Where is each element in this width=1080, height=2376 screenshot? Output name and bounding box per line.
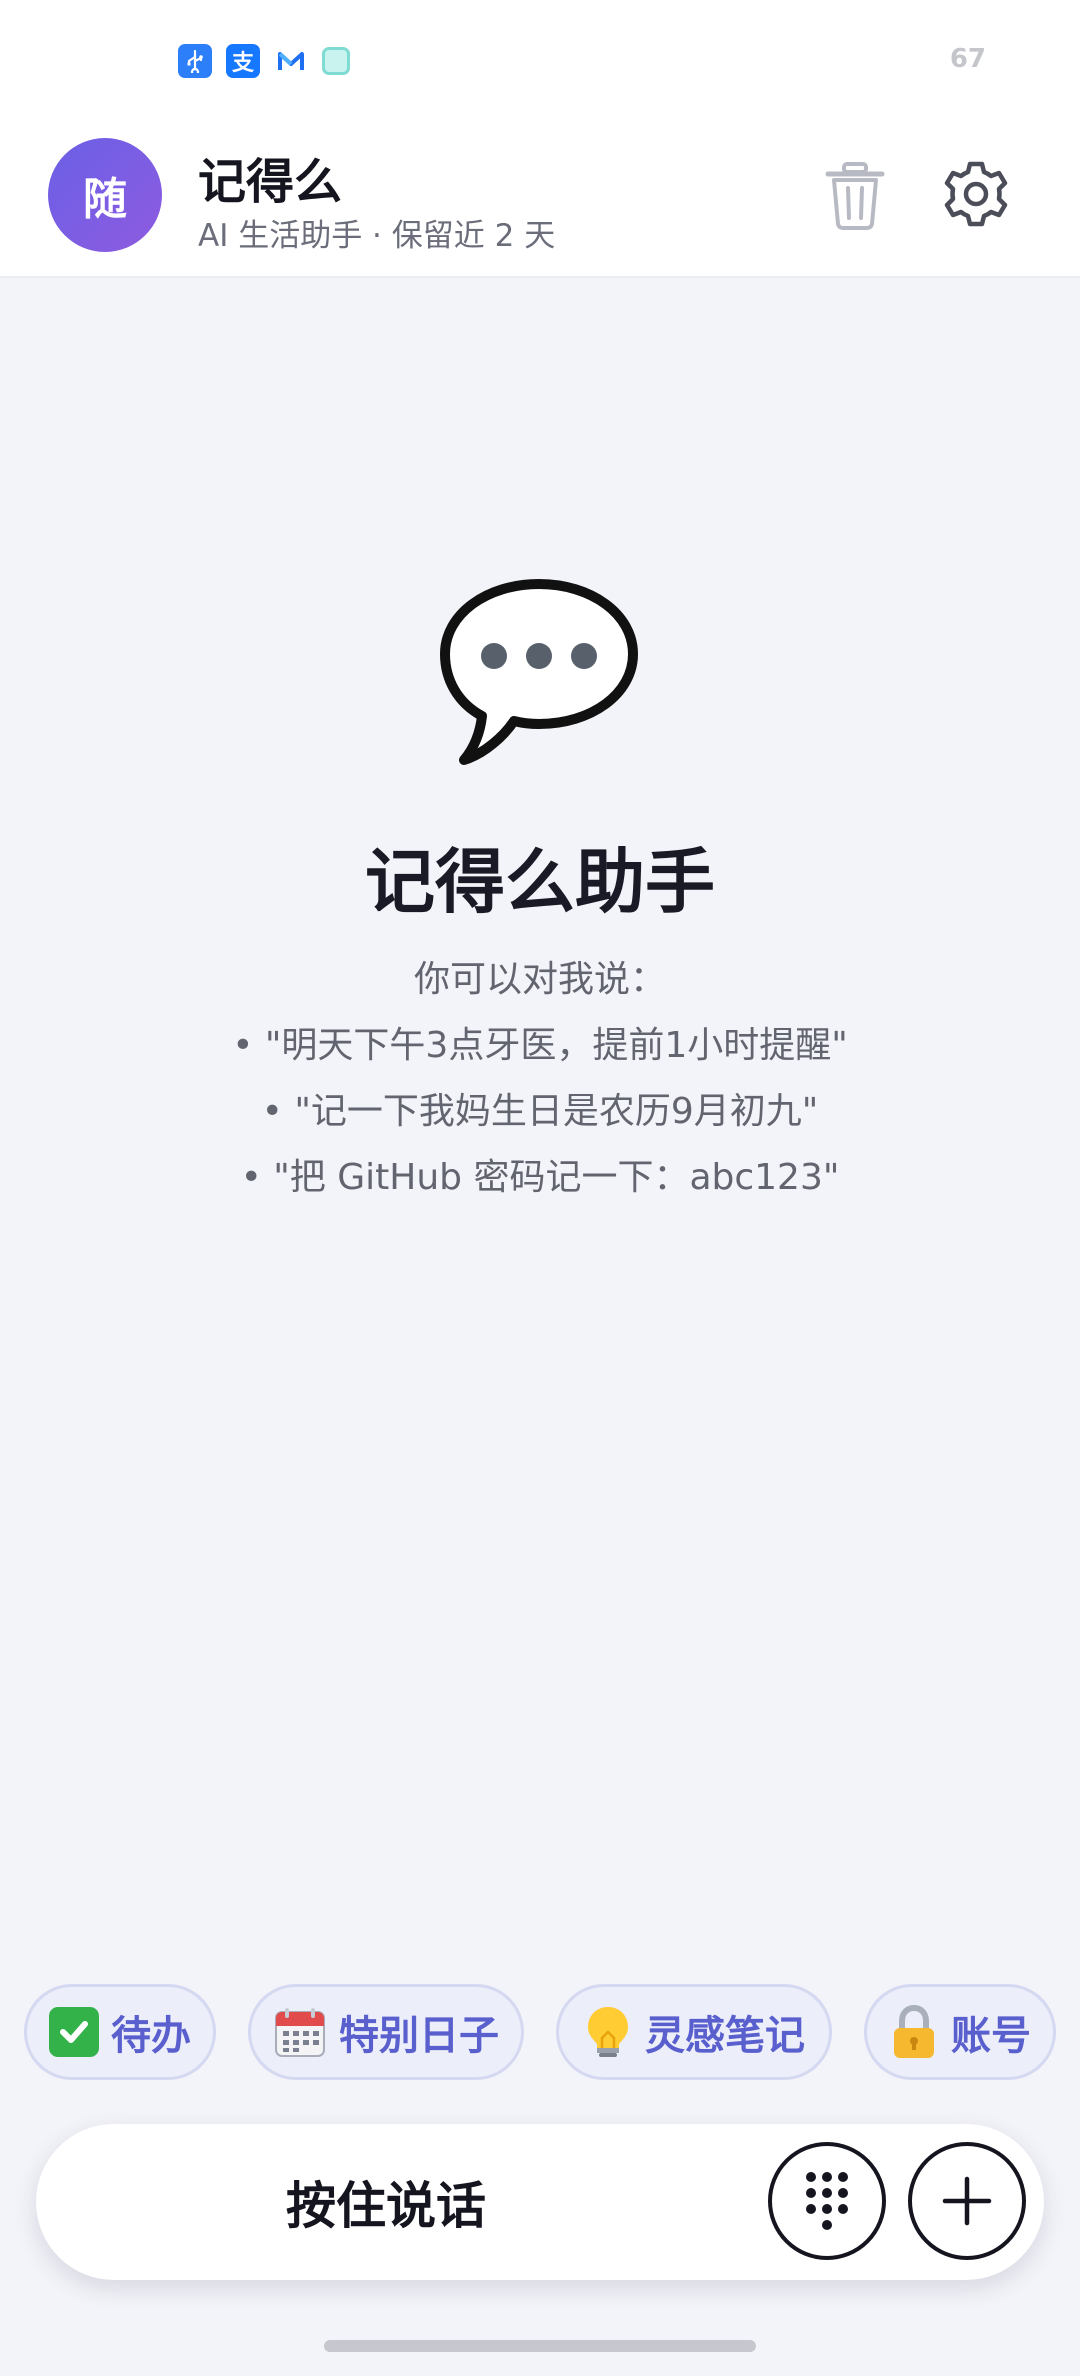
alipay-icon: 支	[226, 44, 260, 78]
hint-lead: 你可以对我说：	[413, 959, 666, 1000]
notification-icons: 支	[178, 44, 350, 78]
plus-icon	[942, 2176, 992, 2226]
chip-label: 灵感笔记	[645, 2013, 805, 2059]
chip-todo[interactable]: 待办	[24, 1984, 216, 2080]
lightbulb-icon	[583, 2004, 633, 2060]
battery-level: 67	[949, 44, 986, 74]
usb-icon	[178, 44, 212, 78]
chip-special-days[interactable]: 特别日子	[248, 1984, 524, 2080]
app-title: 记得么	[198, 154, 343, 210]
home-indicator[interactable]	[324, 2340, 756, 2352]
check-mark-icon	[49, 2007, 99, 2057]
app-subtitle: AI 生活助手 · 保留近 2 天	[198, 218, 556, 254]
chip-idea-notes[interactable]: 灵感笔记	[556, 1984, 832, 2080]
keypad-icon	[806, 2172, 848, 2230]
quick-category-chips: 待办 特别日子 灵感笔记 账号	[0, 1984, 1080, 2080]
hint-example: • "记一下我妈生日是农历9月初九"	[261, 1091, 819, 1132]
chip-label: 特别日子	[339, 2013, 499, 2059]
calendar-icon	[273, 2005, 327, 2059]
keyboard-toggle-button[interactable]	[768, 2142, 886, 2260]
app-header: 随 记得么 AI 生活助手 · 保留近 2 天	[0, 118, 1080, 278]
screen: 支 67 随 记得么 AI 生活助手 · 保留近 2 天 记得么助手 你可以对我…	[0, 0, 1080, 2376]
chip-accounts[interactable]: 账号	[864, 1984, 1056, 2080]
hold-to-talk-button[interactable]: 按住说话	[36, 2124, 736, 2280]
assistant-title: 记得么助手	[365, 841, 715, 923]
app-icon	[322, 47, 350, 75]
hint-example: • "明天下午3点牙医，提前1小时提醒"	[232, 1025, 848, 1066]
mail-icon	[274, 44, 308, 78]
lock-icon	[889, 2004, 939, 2060]
speech-bubble-icon	[440, 579, 638, 765]
trash-icon	[825, 162, 885, 230]
chip-label: 待办	[111, 2013, 191, 2059]
hint-example: • "把 GitHub 密码记一下：abc123"	[240, 1157, 840, 1198]
input-bar: 按住说话	[36, 2124, 1044, 2280]
gear-icon	[944, 161, 1008, 227]
empty-state: 记得么助手 你可以对我说： • "明天下午3点牙医，提前1小时提醒" • "记一…	[0, 278, 1080, 1978]
status-bar: 支 67	[0, 0, 1080, 118]
more-button[interactable]	[908, 2142, 1026, 2260]
settings-button[interactable]	[940, 158, 1012, 230]
avatar[interactable]: 随	[48, 138, 162, 252]
clear-history-button[interactable]	[822, 160, 888, 232]
chip-label: 账号	[951, 2013, 1031, 2059]
